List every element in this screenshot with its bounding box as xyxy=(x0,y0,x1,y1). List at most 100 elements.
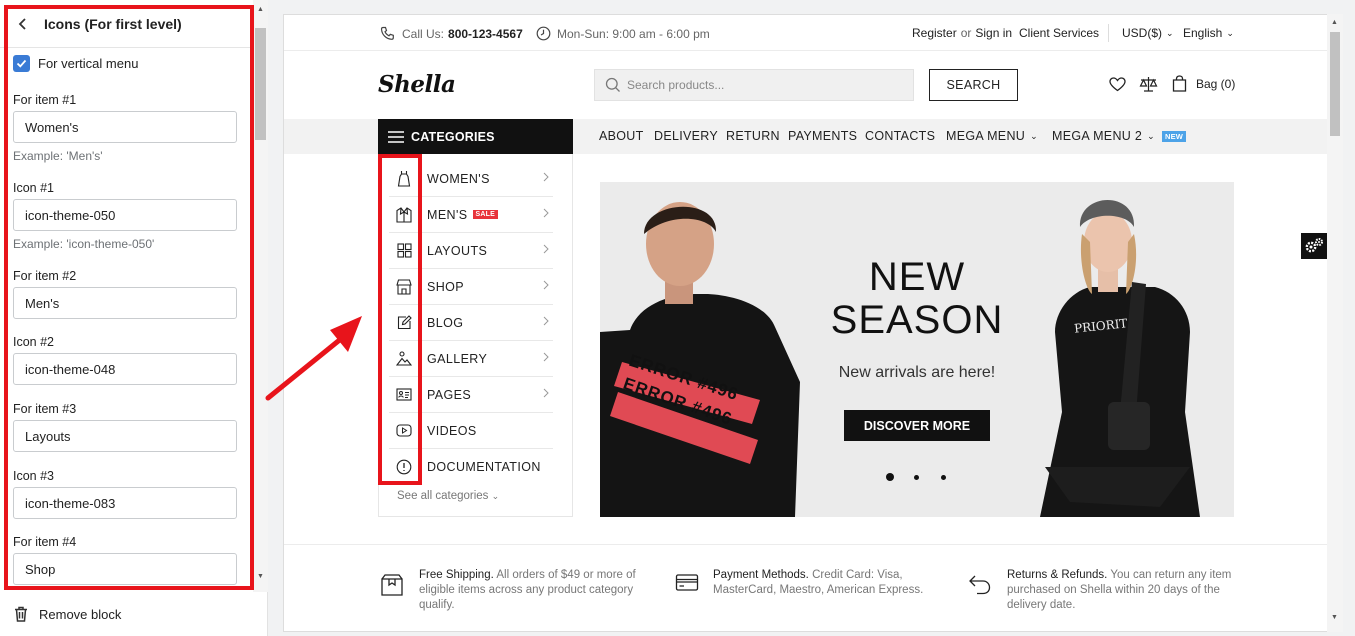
features-strip: Free Shipping. All orders of $49 or more… xyxy=(284,544,1328,631)
category-layouts[interactable]: LAYOUTS xyxy=(389,233,553,269)
slide-dot-active[interactable] xyxy=(886,473,894,481)
search-icon xyxy=(605,77,620,92)
category-documentation[interactable]: DOCUMENTATION xyxy=(389,449,553,485)
client-services-link[interactable]: Client Services xyxy=(1019,26,1099,40)
category-mens[interactable]: MEN'S SALE xyxy=(389,197,553,233)
see-all-categories-link[interactable]: See all categories ⌄ xyxy=(397,490,499,502)
menu-mega-menu-2[interactable]: MEGA MENU 2 ⌄ NEW xyxy=(1052,129,1187,143)
icon-3-input[interactable]: icon-theme-083 xyxy=(13,487,237,519)
top-bar: Call Us: 800-123-4567 Mon-Sun: 9:00 am -… xyxy=(284,15,1328,51)
dress-icon xyxy=(395,170,413,188)
chevron-right-icon xyxy=(543,172,549,182)
chevron-right-icon xyxy=(543,316,549,326)
category-videos[interactable]: VIDEOS xyxy=(389,413,553,449)
item-4-input[interactable]: Shop xyxy=(13,553,237,585)
currency-select[interactable]: USD($) ⌄ xyxy=(1122,26,1174,40)
search-placeholder: Search products... xyxy=(627,78,725,92)
category-blog[interactable]: BLOG xyxy=(389,305,553,341)
clock-icon xyxy=(536,26,551,41)
sale-badge: SALE xyxy=(472,210,498,219)
chevron-down-icon: ⌄ xyxy=(491,491,500,501)
discover-more-button[interactable]: DISCOVER MORE xyxy=(844,410,990,441)
chevron-right-icon xyxy=(543,244,549,254)
slide-dot[interactable] xyxy=(914,475,919,480)
hours-text: Mon-Sun: 9:00 am - 6:00 pm xyxy=(557,26,710,41)
return-arrow-icon xyxy=(969,575,991,595)
shirt-icon xyxy=(395,206,413,224)
feature-title: Free Shipping. xyxy=(419,569,494,581)
phone-number[interactable]: 800-123-4567 xyxy=(448,27,523,41)
scroll-up-icon[interactable]: ▲ xyxy=(257,6,264,13)
language-label: English xyxy=(1183,26,1223,40)
checkmark-icon[interactable] xyxy=(13,55,30,72)
remove-block-label: Remove block xyxy=(39,606,122,622)
or-text: or xyxy=(960,26,972,40)
feature-title: Returns & Refunds. xyxy=(1007,569,1108,581)
menu-about[interactable]: ABOUT xyxy=(599,129,644,143)
currency-label: USD($) xyxy=(1122,26,1163,40)
icon-2-input[interactable]: icon-theme-048 xyxy=(13,353,237,385)
settings-gear-button[interactable] xyxy=(1301,233,1327,259)
compare-icon[interactable] xyxy=(1139,76,1158,93)
call-label: Call Us: xyxy=(402,26,445,41)
phone-icon xyxy=(380,26,394,40)
mega-menu-label: MEGA MENU xyxy=(946,129,1026,143)
menu-mega-menu[interactable]: MEGA MENU ⌄ xyxy=(946,129,1038,143)
new-badge: NEW xyxy=(1161,130,1187,142)
register-link[interactable]: Register xyxy=(912,26,957,40)
category-label: GALLERY xyxy=(427,351,488,366)
chevron-right-icon xyxy=(543,388,549,398)
scrollbar-thumb[interactable] xyxy=(1330,32,1340,136)
remove-block-button[interactable]: Remove block xyxy=(14,606,121,622)
search-button[interactable]: SEARCH xyxy=(929,69,1018,101)
trash-icon xyxy=(15,606,27,622)
info-icon xyxy=(395,458,413,476)
panel-scrollbar[interactable]: ▲ ▼ xyxy=(253,0,268,592)
item-1-input[interactable]: Women's xyxy=(13,111,237,143)
menu-return[interactable]: RETURN xyxy=(726,129,780,143)
store-logo[interactable]: Shella xyxy=(378,71,456,98)
client-services-label: Client Services xyxy=(1019,26,1100,40)
slide-dot[interactable] xyxy=(941,475,946,480)
field-label: Icon #2 xyxy=(13,335,55,349)
category-pages[interactable]: PAGES xyxy=(389,377,553,413)
chevron-down-icon: ⌄ xyxy=(1226,27,1234,38)
field-label: Icon #3 xyxy=(13,469,55,483)
divider xyxy=(1108,24,1109,42)
hamburger-icon xyxy=(388,130,404,143)
item-2-input[interactable]: Men's xyxy=(13,287,237,319)
banner-heading-line1: NEW xyxy=(868,255,966,299)
chevron-down-icon: ⌄ xyxy=(1166,27,1174,38)
preview-scrollbar[interactable]: ▲ ▼ xyxy=(1327,14,1343,632)
category-label: BLOG xyxy=(427,315,464,330)
search-input[interactable]: Search products... xyxy=(594,69,914,101)
signin-link[interactable]: Sign in xyxy=(975,26,1012,40)
panel-header: Icons (For first level) xyxy=(0,0,253,48)
scroll-up-icon[interactable]: ▲ xyxy=(1331,19,1338,26)
bag-button[interactable]: Bag (0) xyxy=(1172,75,1235,92)
category-gallery[interactable]: GALLERY xyxy=(389,341,553,377)
hero-banner: ERROR #496 ERROR #496 PRIORIT NEW SEASON… xyxy=(600,182,1234,517)
back-arrow-icon[interactable] xyxy=(16,17,30,31)
scroll-down-icon[interactable]: ▼ xyxy=(1331,614,1338,621)
checkbox-label: For vertical menu xyxy=(38,56,139,71)
chevron-right-icon xyxy=(543,208,549,218)
item-3-input[interactable]: Layouts xyxy=(13,420,237,452)
field-label: Icon #1 xyxy=(13,181,55,195)
id-card-icon xyxy=(395,386,413,404)
vertical-menu-checkbox[interactable]: For vertical menu xyxy=(13,55,138,72)
language-select[interactable]: English ⌄ xyxy=(1183,26,1234,40)
scroll-down-icon[interactable]: ▼ xyxy=(257,573,264,580)
category-shop[interactable]: SHOP xyxy=(389,269,553,305)
icon-1-input[interactable]: icon-theme-050 xyxy=(13,199,237,231)
category-womens[interactable]: WOMEN'S xyxy=(389,161,553,197)
heart-icon[interactable] xyxy=(1109,77,1126,92)
panel-title: Icons (For first level) xyxy=(44,15,182,32)
scrollbar-thumb[interactable] xyxy=(255,28,266,140)
menu-payments[interactable]: PAYMENTS xyxy=(788,129,857,143)
menu-contacts[interactable]: CONTACTS xyxy=(865,129,935,143)
field-help: Example: 'Men's' xyxy=(13,149,103,163)
feature-title: Payment Methods. xyxy=(713,569,809,581)
menu-delivery[interactable]: DELIVERY xyxy=(654,129,718,143)
categories-toggle[interactable]: CATEGORIES xyxy=(378,119,573,154)
